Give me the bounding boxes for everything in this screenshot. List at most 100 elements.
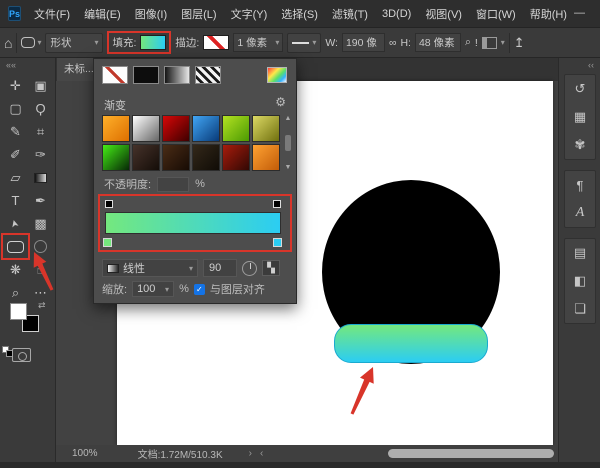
color-stop-left[interactable] [103, 238, 112, 247]
menu-item[interactable]: 视图(V) [418, 6, 469, 22]
scroll-down-icon[interactable]: ▼ [285, 164, 292, 171]
gradient-editor-bar[interactable] [105, 212, 281, 234]
width-field[interactable]: 190 像 [342, 33, 385, 52]
type-tool[interactable]: T [3, 189, 28, 212]
color-panel-icon[interactable]: ✾ [569, 135, 591, 155]
menu-item[interactable]: 图层(L) [174, 6, 223, 22]
scroll-up-icon[interactable]: ▲ [285, 115, 292, 122]
stroke-width-field[interactable]: 1 像素 ▾ [233, 33, 283, 52]
hand-tool-icon: ☝ [37, 262, 45, 278]
adjustments-panel-icon[interactable]: ◧ [569, 271, 591, 291]
rounded-rectangle-tool[interactable] [3, 235, 28, 258]
gradient-tool[interactable] [28, 166, 53, 189]
layers-panel-icon[interactable]: ❏ [569, 299, 591, 319]
quick-mask-icon[interactable] [12, 348, 31, 362]
gradient-swatch-silver[interactable] [132, 115, 160, 142]
gradient-swatch-green-black[interactable] [102, 144, 130, 171]
custom-shape-tool[interactable]: ❋ [3, 258, 28, 281]
expand-dock-icon[interactable]: ‹‹ [588, 60, 594, 70]
quick-selection-tool[interactable]: ✎ [3, 120, 28, 143]
tool-mode-select[interactable]: 形状 ▾ [45, 33, 103, 53]
stroke-group: 描边: [175, 35, 229, 50]
crop-tool[interactable]: ⌗ [28, 120, 53, 143]
angle-field[interactable]: 90 [203, 259, 237, 277]
swatch-scrollbar[interactable]: ▲ ▼ [283, 115, 293, 171]
opacity-stop-left[interactable] [105, 200, 113, 208]
status-menu-icon[interactable]: › [249, 448, 252, 459]
stroke-width-value: 1 像素 [237, 35, 267, 50]
export-icon[interactable]: ↥ [514, 35, 525, 51]
menu-item[interactable]: 选择(S) [274, 6, 325, 22]
stroke-swatch[interactable] [203, 35, 229, 50]
gradient-swatch-dark-brown-1[interactable] [132, 144, 160, 171]
opacity-stop-right[interactable] [273, 200, 281, 208]
fill-pattern-button[interactable] [195, 66, 221, 84]
fill-swatch[interactable] [140, 35, 166, 50]
panel-toggle-icon[interactable] [482, 37, 497, 49]
menu-item[interactable]: 文件(F) [27, 6, 77, 22]
gear-icon[interactable]: ⚙ [275, 95, 286, 109]
eyedropper-tool[interactable]: ✐ [3, 143, 28, 166]
menu-item[interactable]: 帮助(H) [523, 6, 574, 22]
menu-item[interactable]: 图像(I) [128, 6, 174, 22]
eraser-tool[interactable]: ▱ [3, 166, 28, 189]
gradient-style-select[interactable]: 线性 ▾ [102, 259, 198, 277]
gradient-swatch-green-yellow[interactable] [222, 115, 250, 142]
lasso-tool[interactable]: Ϙ [28, 97, 53, 120]
fill-solid-button[interactable] [133, 66, 159, 84]
menu-item[interactable]: 文字(Y) [224, 6, 275, 22]
libraries-panel-icon[interactable]: ▤ [569, 243, 591, 263]
gradient-swatch-dark-red[interactable] [222, 144, 250, 171]
path-selection-tool-icon: ➤ [9, 218, 22, 229]
artboard-tool[interactable]: ▣ [28, 74, 53, 97]
minimize-button[interactable]: — [574, 7, 585, 20]
fill-none-button[interactable] [102, 66, 128, 84]
swatches-panel-icon[interactable]: ▦ [569, 107, 591, 127]
color-stop-right[interactable] [273, 238, 282, 247]
history-panel-icon[interactable]: ↺ [569, 79, 591, 99]
collapse-toolbar-icon[interactable]: «« [6, 60, 16, 70]
opacity-field[interactable] [157, 177, 189, 192]
reverse-gradient-icon[interactable]: ▚ [262, 260, 280, 276]
horizontal-scrollbar[interactable] [388, 449, 554, 458]
menu-item[interactable]: 滤镜(T) [325, 6, 375, 22]
angle-dial[interactable] [242, 261, 257, 276]
align-layer-checkbox[interactable]: ✓ [194, 284, 205, 295]
zoom-tool[interactable]: ⌕ [3, 281, 28, 304]
stroke-style-select[interactable]: ▾ [287, 33, 321, 53]
fill-gradient-button[interactable] [164, 66, 190, 84]
pen-tool[interactable]: ✒ [28, 189, 53, 212]
link-dimensions-icon[interactable]: ∞ [389, 37, 397, 49]
height-field[interactable]: 48 像素 [415, 33, 461, 52]
menu-item[interactable]: 3D(D) [375, 8, 418, 20]
menu-item[interactable]: 编辑(E) [77, 6, 128, 22]
hand-tool[interactable]: ☝ [28, 258, 53, 281]
gradient-swatch-blue[interactable] [192, 115, 220, 142]
dock-group: ↺ ▦ ✾ [564, 74, 596, 160]
move-tool[interactable]: ✛ [3, 74, 28, 97]
character-panel-icon[interactable]: A [569, 203, 591, 223]
foreground-color-swatch[interactable] [10, 303, 27, 320]
color-picker-button[interactable] [267, 67, 287, 83]
gradient-swatch-olive[interactable] [252, 115, 280, 142]
home-icon[interactable]: ⌂ [4, 35, 12, 51]
gradient-swatch-orange-2[interactable] [252, 144, 280, 171]
ellipse-tool[interactable] [28, 235, 53, 258]
healing-brush-tool[interactable]: ✑ [28, 143, 53, 166]
path-options-icon[interactable]: ⌕ [465, 36, 471, 49]
gradient-rounded-rect-shape[interactable] [334, 324, 488, 363]
gradient-swatch-red[interactable] [162, 115, 190, 142]
slice-tool[interactable]: ▩ [28, 212, 53, 235]
paragraph-panel-icon[interactable]: ¶ [569, 175, 591, 195]
gradient-swatch-dark-brown-2[interactable] [162, 144, 190, 171]
scale-select[interactable]: 100 ▾ [132, 281, 174, 297]
marquee-tool[interactable]: ▢ [3, 97, 28, 120]
scroll-thumb[interactable] [285, 135, 291, 151]
scroll-left-icon[interactable]: ‹ [260, 448, 263, 459]
menu-item[interactable]: 窗口(W) [469, 6, 523, 22]
path-selection-tool[interactable]: ➤ [3, 212, 28, 235]
gradient-swatch-orange[interactable] [102, 115, 130, 142]
zoom-level-field[interactable]: 100% [72, 448, 98, 459]
tool-preset-dropdown[interactable]: ▾ [21, 37, 41, 48]
gradient-swatch-dark-umber[interactable] [192, 144, 220, 171]
